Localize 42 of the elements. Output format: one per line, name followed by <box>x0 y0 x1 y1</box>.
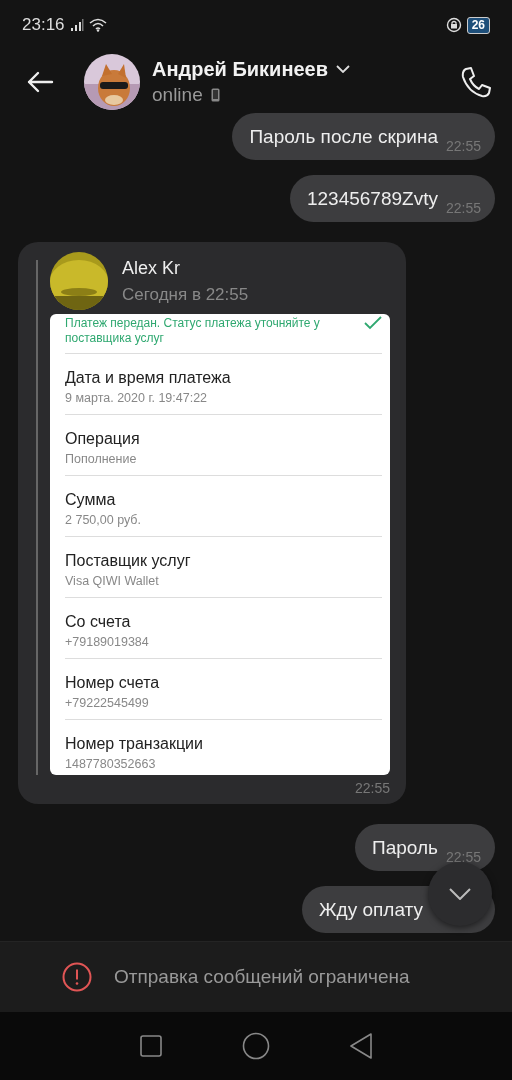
clock: 23:16 <box>22 15 65 35</box>
message-bubble: 123456789Zvty 22:55 <box>289 175 495 222</box>
back-icon[interactable] <box>350 1033 372 1059</box>
checkmark-icon <box>364 316 382 330</box>
back-arrow-icon[interactable] <box>26 70 54 93</box>
field-label: Номер счета <box>65 674 161 692</box>
recents-icon[interactable] <box>140 1035 162 1057</box>
field-label: Сумма <box>65 491 117 509</box>
presence-status: online <box>152 83 203 106</box>
field-value: +79189019384 <box>65 635 150 649</box>
contact-name[interactable]: Андрей Бикинеев <box>152 57 328 81</box>
restriction-notice: Отправка сообщений ограничена <box>114 966 410 988</box>
phone-icon[interactable] <box>460 65 492 98</box>
message-time: 22:55 <box>445 200 481 216</box>
field-value: +79222545499 <box>65 696 150 710</box>
forward-date: Сегодня в 22:55 <box>122 285 249 305</box>
field-value: 1487780352663 <box>65 757 157 771</box>
field-label: Дата и время платежа <box>65 369 232 387</box>
payment-status: Платеж передан. Статус платежа уточняйте у поставщика услуг <box>65 316 321 346</box>
home-icon[interactable] <box>242 1032 270 1060</box>
chevron-down-icon <box>336 65 350 73</box>
field-label: Поставщик услуг <box>65 552 192 570</box>
field-label: Операция <box>65 430 141 448</box>
warning-icon <box>62 962 92 992</box>
battery-indicator: 26 <box>466 16 490 34</box>
message-bubble: Пароль после скрина 22:55 <box>232 113 495 160</box>
field-value: 2 750,00 руб. <box>65 513 142 527</box>
field-value: Visa QIWI Wallet <box>65 574 160 588</box>
message-bubble: Пароль 22:55 <box>355 824 495 871</box>
field-value: 9 марта. 2020 г. 19:47:22 <box>65 391 209 405</box>
field-value: Пополнение <box>65 452 138 466</box>
wifi-icon <box>88 18 107 32</box>
field-label: Со счета <box>65 613 132 631</box>
signal-icon <box>69 19 84 31</box>
chevron-down-icon <box>449 888 471 900</box>
lock-rotation-icon <box>445 17 462 33</box>
message-time: 22:55 <box>445 138 481 154</box>
author-name: Alex Kr <box>122 258 182 279</box>
message-time: 22:55 <box>445 849 481 865</box>
field-label: Номер транзакции <box>65 735 204 753</box>
phone-device-icon <box>210 87 220 102</box>
message-time: 22:55 <box>354 780 390 796</box>
